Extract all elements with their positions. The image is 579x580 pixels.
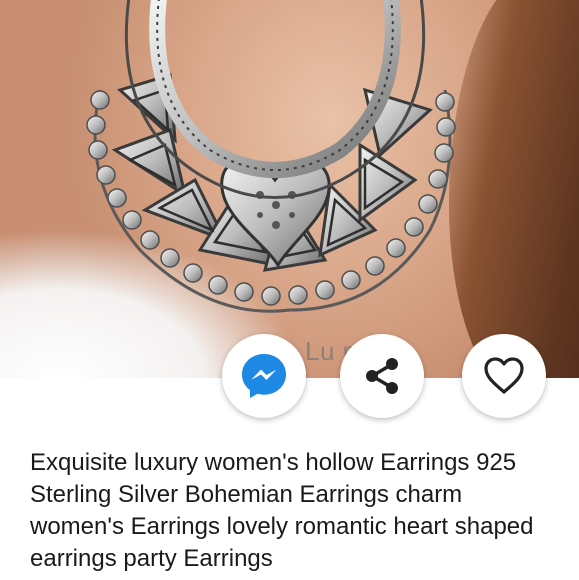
action-bar (0, 332, 579, 422)
earring-image (86, 0, 456, 313)
favorite-button[interactable] (462, 334, 546, 418)
share-icon (366, 358, 398, 394)
messenger-share-button[interactable] (222, 334, 306, 418)
messenger-icon (242, 354, 286, 398)
share-button[interactable] (340, 334, 424, 418)
product-title: Exquisite luxury women's hollow Earrings… (30, 449, 534, 572)
heart-icon (484, 357, 524, 394)
product-photo[interactable]: Lu nd on (0, 0, 579, 378)
